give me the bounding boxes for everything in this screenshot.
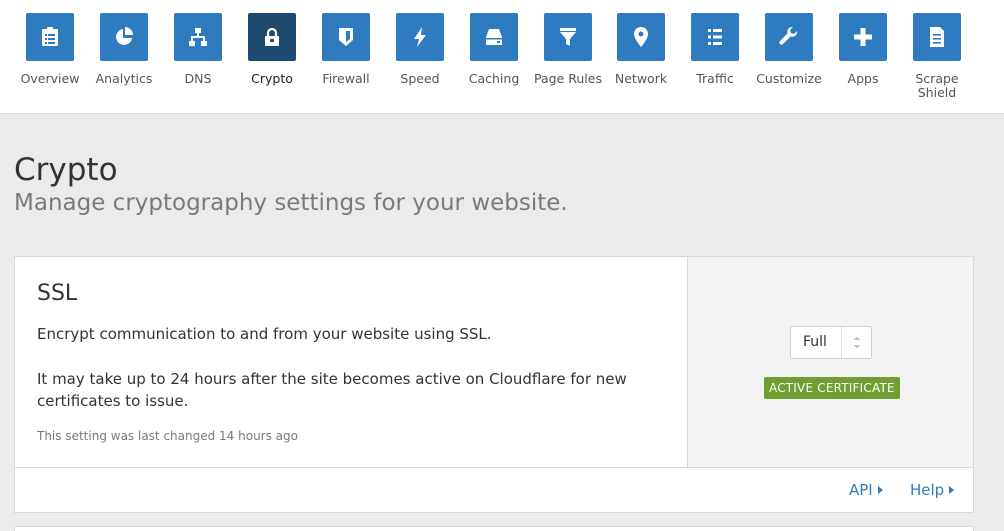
page-title: Crypto — [14, 152, 118, 188]
nav-tile-crypto — [248, 13, 296, 61]
nav-item-firewall[interactable]: Firewall — [309, 13, 383, 86]
ssl-mode-value: Full — [803, 334, 827, 350]
nav-item-speed[interactable]: Speed — [383, 13, 457, 86]
nav-item-dns[interactable]: DNS — [161, 13, 235, 86]
nav-tile-dns — [174, 13, 222, 61]
nav-tile-caching — [470, 13, 518, 61]
page-subtitle: Manage cryptography settings for your we… — [14, 190, 568, 216]
wrench-icon — [779, 26, 798, 45]
plus-icon — [854, 28, 872, 46]
nav-item-scrape-shield[interactable]: Scrape Shield — [900, 13, 974, 100]
nav-tile-traffic — [691, 13, 739, 61]
api-link[interactable]: API — [849, 480, 883, 500]
nav-item-apps[interactable]: Apps — [826, 13, 900, 86]
nav-item-caching[interactable]: Caching — [457, 13, 531, 86]
lightning-icon — [414, 27, 426, 47]
nav-label-crypto: Crypto — [251, 71, 293, 86]
filter-icon — [560, 28, 576, 46]
pie-chart-icon — [116, 27, 133, 45]
document-icon — [930, 27, 944, 47]
nav-item-analytics[interactable]: Analytics — [87, 13, 161, 86]
shield-icon — [339, 28, 353, 46]
top-navigation: Overview Analytics DNS Crypto Firewall S… — [0, 0, 1004, 114]
nav-label-apps: Apps — [847, 71, 879, 86]
hard-drive-icon — [486, 29, 502, 45]
nav-label-customize: Customize — [756, 71, 822, 86]
select-arrows-icon — [841, 327, 871, 358]
nav-item-overview[interactable]: Overview — [13, 13, 87, 86]
nav-item-network[interactable]: Network — [604, 13, 678, 86]
nav-label-firewall: Firewall — [322, 71, 370, 86]
nav-label-network: Network — [614, 71, 668, 86]
ssl-card-footer: API Help — [15, 467, 973, 512]
nav-tile-analytics — [100, 13, 148, 61]
nav-tile-scrape-shield — [913, 13, 961, 61]
nav-item-traffic[interactable]: Traffic — [678, 13, 752, 86]
nav-tile-apps — [839, 13, 887, 61]
ssl-mode-select[interactable]: Full — [790, 326, 872, 359]
nav-tile-firewall — [322, 13, 370, 61]
next-card-edge — [14, 526, 974, 531]
ssl-card-body: SSL Encrypt communication to and from yo… — [15, 257, 687, 467]
ssl-certificate-note: It may take up to 24 hours after the sit… — [37, 370, 627, 410]
lock-icon — [265, 27, 279, 46]
nav-tile-overview — [26, 13, 74, 61]
nav-tile-page-rules — [544, 13, 592, 61]
active-certificate-badge: ACTIVE CERTIFICATE — [764, 377, 900, 399]
nav-tile-customize — [765, 13, 813, 61]
nav-label-page-rules: Page Rules — [534, 71, 602, 86]
nav-tile-speed — [396, 13, 444, 61]
clipboard-icon — [42, 27, 58, 46]
help-link[interactable]: Help — [910, 480, 955, 500]
nav-label-scrape-shield: Scrape Shield — [915, 71, 959, 100]
nav-label-overview: Overview — [20, 71, 80, 86]
list-icon — [708, 29, 722, 45]
nav-label-speed: Speed — [400, 71, 440, 86]
nav-tile-network — [617, 13, 665, 61]
ssl-description: Encrypt communication to and from your w… — [37, 325, 492, 343]
caret-right-icon — [949, 485, 955, 494]
ssl-card-control-panel: Full ACTIVE CERTIFICATE — [687, 257, 973, 467]
caret-right-icon — [877, 485, 883, 494]
nav-label-analytics: Analytics — [95, 71, 153, 86]
ssl-last-changed: This setting was last changed 14 hours a… — [37, 429, 298, 443]
nav-item-page-rules[interactable]: Page Rules — [531, 13, 605, 86]
nav-label-traffic: Traffic — [696, 71, 734, 86]
nav-item-customize[interactable]: Customize — [752, 13, 826, 86]
map-pin-icon — [634, 27, 648, 47]
help-link-label: Help — [910, 481, 945, 499]
nav-label-dns: DNS — [184, 71, 212, 86]
nav-item-crypto[interactable]: Crypto — [235, 13, 309, 86]
nav-label-caching: Caching — [468, 71, 520, 86]
ssl-card: SSL Encrypt communication to and from yo… — [14, 256, 974, 513]
ssl-card-title: SSL — [37, 281, 78, 306]
api-link-label: API — [849, 481, 873, 499]
network-tree-icon — [189, 28, 207, 46]
